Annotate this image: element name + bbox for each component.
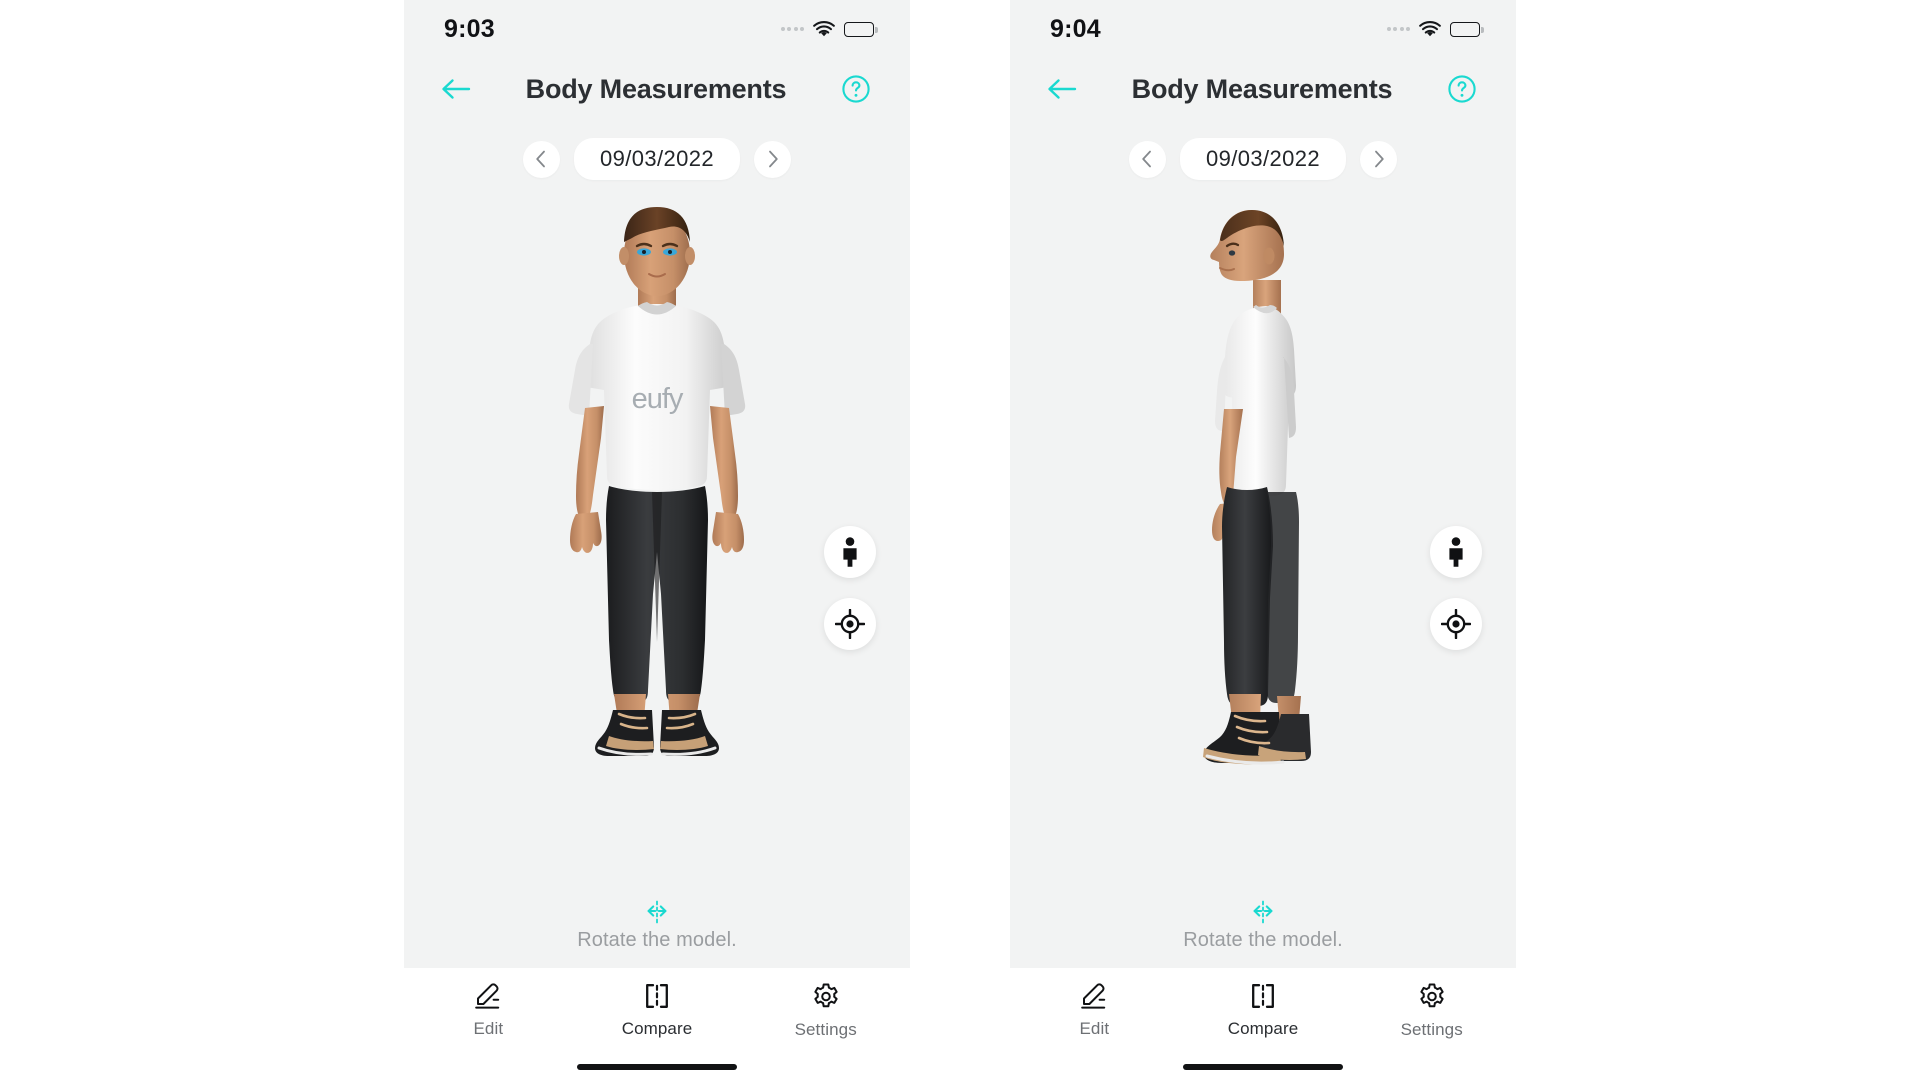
rotate-hint-label: Rotate the model. [577,929,737,951]
tab-edit-label: Edit [473,1019,504,1038]
chevron-right-icon[interactable] [1360,140,1398,178]
person-icon[interactable] [1430,526,1482,578]
bottom-tab-bar: Edit Compare Settings [404,968,910,1080]
home-indicator [1183,1064,1343,1070]
chevron-left-icon[interactable] [1128,140,1166,178]
tab-settings[interactable]: Settings [741,982,910,1040]
rotate-hint: Rotate the model. [1010,900,1516,952]
phone-front-view: 9:03 Body Measurements 09/03/2022 eufy R… [404,0,910,1080]
back-arrow-icon[interactable] [434,67,478,111]
signal-dots-icon [780,27,804,31]
date-navigator: 09/03/2022 [404,138,910,180]
home-indicator [577,1064,737,1070]
tab-edit[interactable]: Edit [404,982,573,1039]
rotate-model-icon [647,900,667,924]
model-action-buttons [1430,526,1482,650]
battery-icon [1450,21,1484,37]
signal-dots-icon [1386,27,1410,31]
status-bar: 9:03 [404,0,910,58]
wifi-icon [813,20,835,36]
chevron-left-icon[interactable] [522,140,560,178]
tab-compare-label: Compare [1227,1019,1299,1038]
gear-icon [814,983,838,1008]
bottom-tab-bar: Edit Compare Settings [1010,968,1516,1080]
tab-settings-label: Settings [1400,1020,1463,1039]
date-value[interactable]: 09/03/2022 [573,138,741,180]
crosshair-target-icon[interactable] [1430,598,1482,650]
model-viewport[interactable]: eufy [404,186,910,886]
help-circle-icon[interactable] [834,67,878,111]
battery-icon [844,21,878,37]
page-title: Body Measurements [525,73,787,104]
date-value[interactable]: 09/03/2022 [1179,138,1347,180]
pencil-edit-icon [475,983,500,1009]
help-circle-icon[interactable] [1440,67,1484,111]
tab-edit-label: Edit [1079,1019,1110,1038]
status-time: 9:04 [1050,14,1101,43]
tab-edit[interactable]: Edit [1010,982,1179,1039]
status-icons [1386,20,1484,38]
status-time: 9:03 [444,14,495,43]
app-header: Body Measurements [404,58,910,120]
compare-brackets-icon [1252,984,1274,1008]
phone-side-view: 9:04 Body Measurements 09/03/2022 Rotate… [1010,0,1516,1080]
rotate-hint-label: Rotate the model. [1183,929,1343,951]
svg-text:eufy: eufy [632,383,684,415]
rotate-hint: Rotate the model. [404,900,910,952]
tab-compare[interactable]: Compare [1179,982,1348,1039]
app-header: Body Measurements [1010,58,1516,120]
back-arrow-icon[interactable] [1040,67,1084,111]
chevron-right-icon[interactable] [754,140,792,178]
status-icons [780,20,878,38]
model-action-buttons [824,526,876,650]
tab-compare[interactable]: Compare [573,982,742,1039]
tab-compare-label: Compare [621,1019,693,1038]
screenshot-stage: 9:03 Body Measurements 09/03/2022 eufy R… [0,0,1920,1080]
pencil-edit-icon [1081,983,1106,1009]
avatar-model-front[interactable]: eufy [497,196,817,876]
tab-settings[interactable]: Settings [1347,982,1516,1040]
status-bar: 9:04 [1010,0,1516,58]
page-title: Body Measurements [1131,73,1393,104]
crosshair-target-icon[interactable] [824,598,876,650]
compare-brackets-icon [646,984,668,1008]
avatar-model-side[interactable] [1103,196,1423,876]
tab-settings-label: Settings [794,1020,857,1039]
wifi-icon [1419,20,1441,36]
gear-icon [1420,983,1444,1008]
model-viewport[interactable] [1010,186,1516,886]
person-icon[interactable] [824,526,876,578]
rotate-model-icon [1253,900,1273,924]
date-navigator: 09/03/2022 [1010,138,1516,180]
